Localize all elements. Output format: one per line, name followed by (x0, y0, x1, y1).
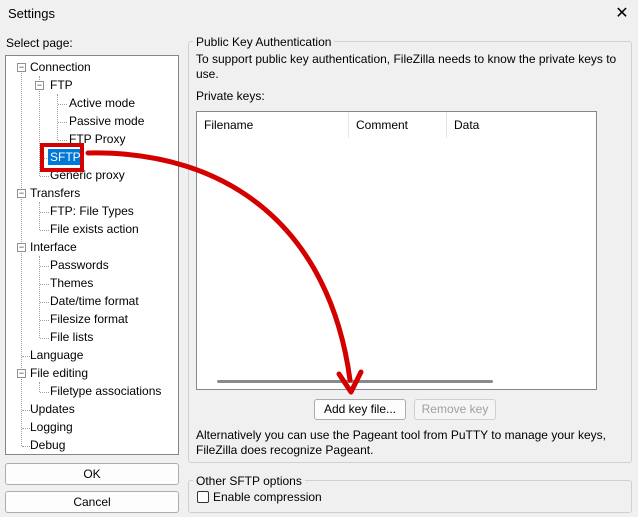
tree-item-interface[interactable]: Interface (30, 239, 77, 255)
other-options-title: Other SFTP options (193, 474, 305, 488)
pka-group-title: Public Key Authentication (193, 35, 335, 49)
collapse-icon[interactable]: − (17, 63, 26, 72)
title-bar (0, 0, 638, 30)
tree-line (39, 202, 40, 230)
enable-compression-checkbox[interactable] (197, 491, 209, 503)
tree-line (22, 446, 30, 447)
tree-line (40, 338, 49, 339)
tree-item-ftp[interactable]: FTP (50, 77, 73, 93)
tree-line (40, 320, 49, 321)
tree-line (40, 392, 49, 393)
tree-item-file-editing[interactable]: File editing (30, 365, 88, 381)
ok-button[interactable]: OK (5, 463, 179, 485)
tree-line (40, 230, 49, 231)
tree-line (39, 382, 40, 392)
tree-line (22, 356, 30, 357)
tree-line (21, 68, 22, 446)
pka-description: To support public key authentication, Fi… (196, 52, 617, 81)
tree-line (57, 94, 58, 140)
tree-item-file-lists[interactable]: File lists (50, 329, 93, 345)
tree-item-filesize-format[interactable]: Filesize format (50, 311, 128, 327)
tree-line (40, 212, 49, 213)
collapse-icon[interactable]: − (17, 189, 26, 198)
column-comment[interactable]: Comment (349, 112, 447, 138)
horizontal-scrollbar[interactable] (217, 380, 493, 383)
tree-line (40, 284, 49, 285)
remove-key-button[interactable]: Remove key (414, 399, 496, 420)
tree-item-passwords[interactable]: Passwords (50, 257, 109, 273)
sftp-highlight-box (40, 143, 84, 172)
tree-item-filetype-associations[interactable]: Filetype associations (50, 383, 161, 399)
collapse-icon[interactable]: − (17, 369, 26, 378)
collapse-icon[interactable]: − (17, 243, 26, 252)
tree-item-file-exists-action[interactable]: File exists action (50, 221, 139, 237)
tree-line (22, 410, 30, 411)
tree-line (58, 140, 67, 141)
tree-item-ftp-file-types[interactable]: FTP: File Types (50, 203, 134, 219)
tree-line (40, 266, 49, 267)
tree-item-updates[interactable]: Updates (30, 401, 75, 417)
tree-item-debug[interactable]: Debug (30, 437, 65, 453)
tree-item-connection[interactable]: Connection (30, 59, 91, 75)
tree-item-themes[interactable]: Themes (50, 275, 93, 291)
tree-line (40, 302, 49, 303)
private-keys-list[interactable]: Filename Comment Data (196, 111, 597, 390)
add-key-file-button[interactable]: Add key file... (314, 399, 406, 420)
tree-item-transfers[interactable]: Transfers (30, 185, 80, 201)
column-data[interactable]: Data (447, 112, 596, 138)
select-page-label: Select page: (6, 36, 73, 50)
cancel-button[interactable]: Cancel (5, 491, 179, 513)
tree-line (39, 256, 40, 338)
tree-item-logging[interactable]: Logging (30, 419, 73, 435)
close-icon[interactable]: ✕ (610, 2, 634, 26)
tree-item-active-mode[interactable]: Active mode (69, 95, 135, 111)
tree-item-language[interactable]: Language (30, 347, 83, 363)
collapse-icon[interactable]: − (35, 81, 44, 90)
tree-line (22, 428, 30, 429)
tree-item-passive-mode[interactable]: Passive mode (69, 113, 144, 129)
column-filename[interactable]: Filename (197, 112, 349, 138)
tree-line (58, 122, 67, 123)
private-keys-label: Private keys: (196, 89, 265, 103)
window-title: Settings (8, 6, 55, 21)
enable-compression-label[interactable]: Enable compression (213, 490, 322, 504)
tree-item-datetime-format[interactable]: Date/time format (50, 293, 139, 309)
settings-tree[interactable]: − Connection − FTP Active mode Passive m… (5, 55, 179, 455)
tree-line (58, 104, 67, 105)
pageant-note: Alternatively you can use the Pageant to… (196, 428, 606, 457)
tree-line (40, 176, 49, 177)
